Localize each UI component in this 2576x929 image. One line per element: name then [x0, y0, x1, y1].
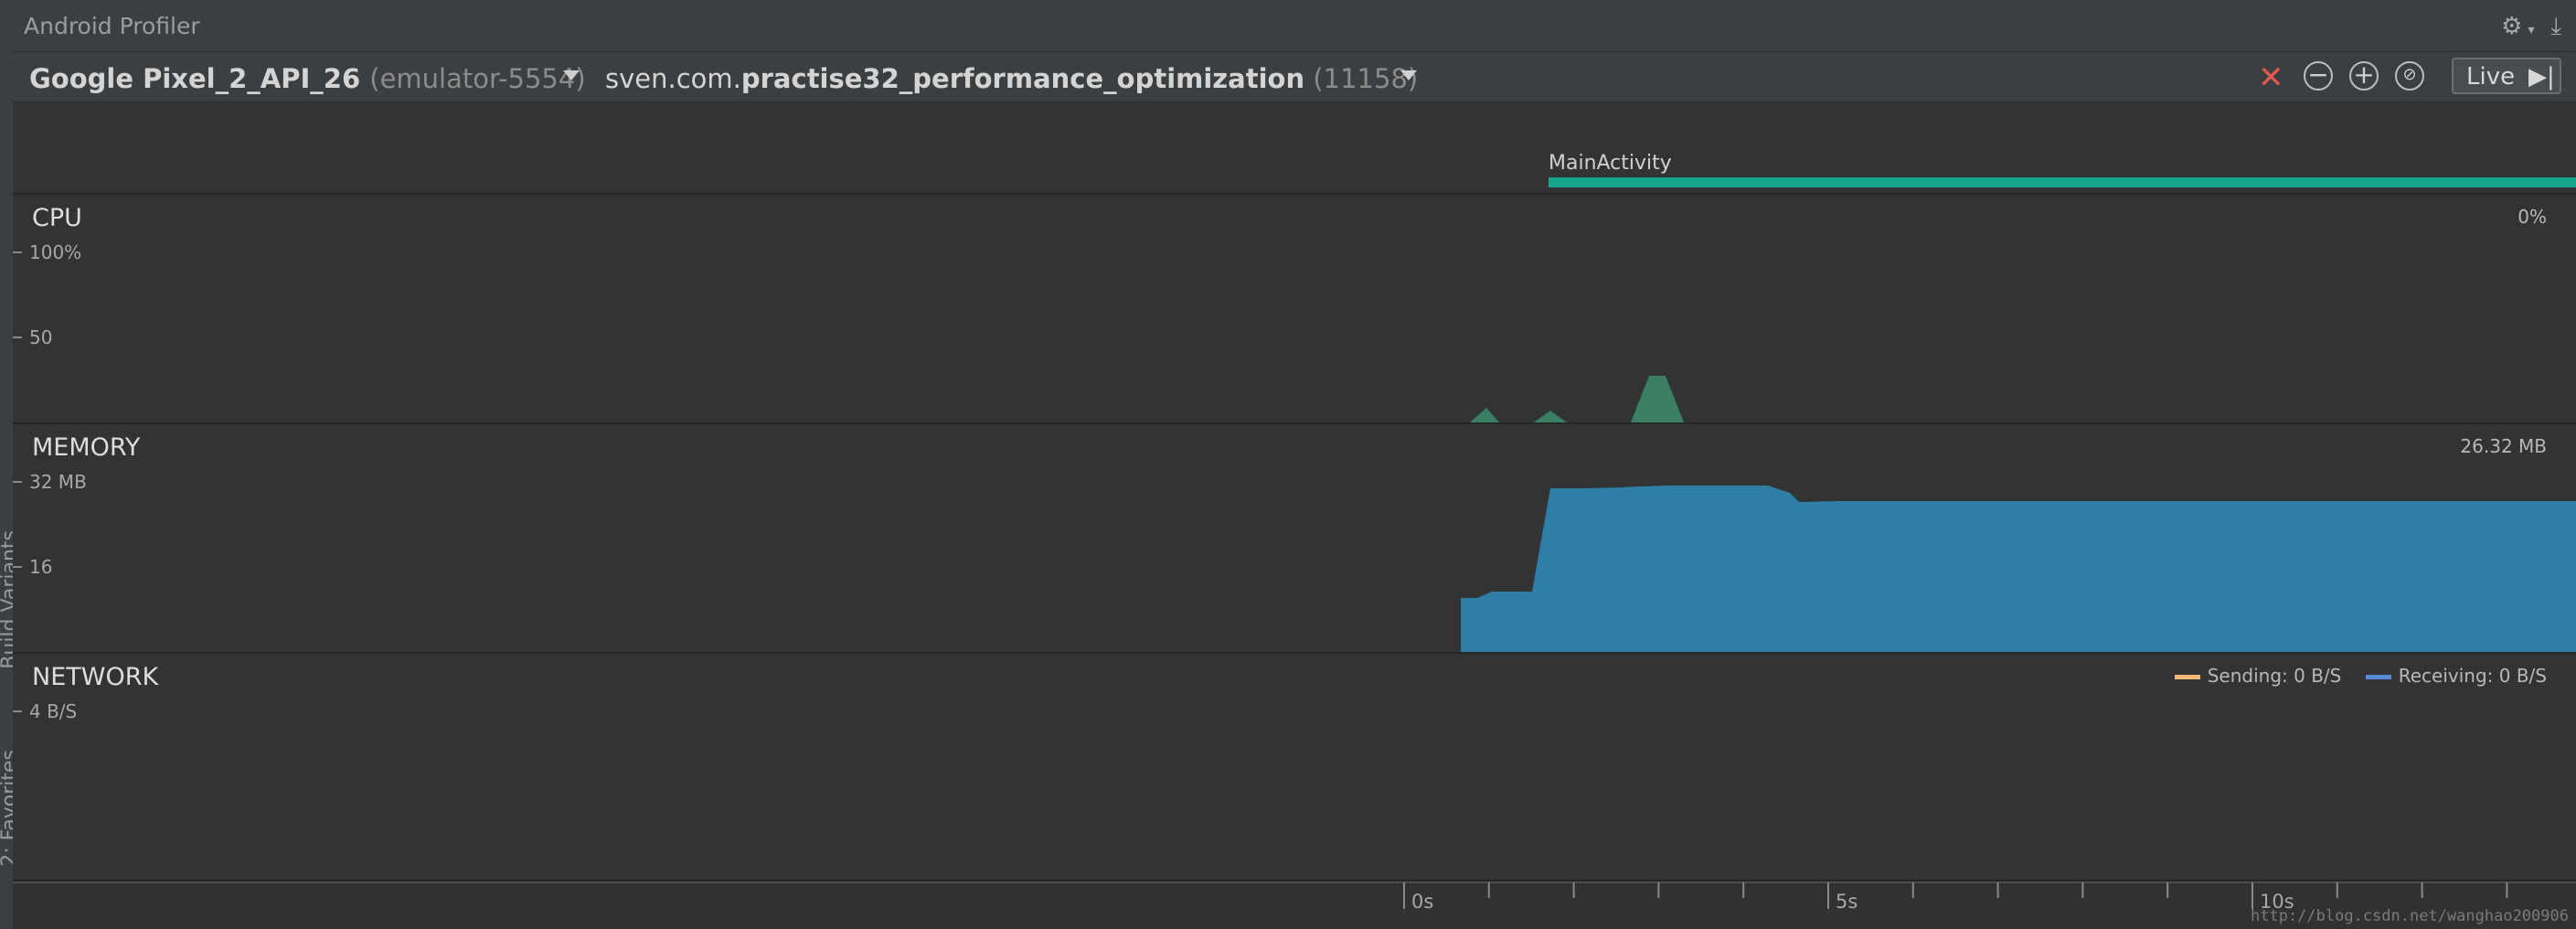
- activity-band: MainActivity: [13, 102, 2576, 195]
- process-dropdown-icon[interactable]: [1400, 70, 1417, 80]
- left-tool-gutter: Build Variants 2: Favorites: [0, 0, 21, 929]
- profiler-toolbar: Google Pixel_2_API_26 (emulator-5554) sv…: [13, 52, 2576, 102]
- zoom-in-icon[interactable]: +: [2349, 61, 2379, 91]
- device-detail: (emulator-5554): [369, 63, 586, 94]
- timeline-axis[interactable]: 0s 5s 10s http://blog.csdn.net/wanghao20…: [13, 881, 2576, 929]
- cpu-usage-graph: [1470, 376, 1684, 422]
- device-selector[interactable]: Google Pixel_2_API_26 (emulator-5554): [29, 63, 586, 94]
- activity-bar[interactable]: [1549, 177, 2576, 187]
- network-title: NETWORK: [32, 663, 159, 691]
- device-dropdown-icon[interactable]: [563, 70, 580, 80]
- live-button[interactable]: Live ▶|: [2452, 58, 2561, 94]
- profiler-title-bar: Android Profiler ⚙ ▾ ⤓: [13, 0, 2576, 52]
- go-live-icon: ▶|: [2528, 63, 2555, 91]
- network-axis-label: 4 B/S: [29, 700, 78, 722]
- process-name: practise32_performance_optimization: [740, 63, 1305, 94]
- receiving-legend-label: Receiving: 0 B/S: [2398, 665, 2547, 687]
- title-tools: ⚙ ▾ ⤓: [2501, 13, 2561, 41]
- memory-usage-graph: [1461, 486, 2576, 652]
- sending-legend-swatch: [2174, 675, 2200, 679]
- gear-icon[interactable]: ⚙: [2501, 13, 2522, 40]
- stop-session-icon[interactable]: ✕: [2258, 59, 2284, 96]
- dropdown-arrow-icon[interactable]: ▾: [2528, 23, 2534, 37]
- network-section[interactable]: NETWORK 4 B/S Sending: 0 B/S Receiving: …: [13, 654, 2576, 881]
- receiving-legend-swatch: [2365, 675, 2391, 679]
- window-title: Android Profiler: [24, 13, 200, 39]
- timeline-ticks: [13, 881, 2576, 909]
- memory-section[interactable]: MEMORY 26.32 MB 32 MB 16: [13, 424, 2576, 654]
- zoom-out-icon[interactable]: −: [2304, 61, 2333, 91]
- timeline-label: 5s: [1836, 891, 1858, 913]
- process-prefix: sven.com.: [605, 63, 741, 94]
- sending-legend-label: Sending: 0 B/S: [2207, 665, 2342, 687]
- live-label: Live: [2466, 63, 2516, 91]
- reset-zoom-icon[interactable]: ⊘: [2395, 61, 2424, 91]
- hide-panel-icon[interactable]: ⤓: [2551, 13, 2562, 40]
- cpu-section[interactable]: CPU 0% 100% 50: [13, 195, 2576, 424]
- activity-label: MainActivity: [1549, 152, 1672, 175]
- network-legend: Sending: 0 B/S Receiving: 0 B/S: [2174, 665, 2547, 687]
- process-selector[interactable]: sven.com.practise32_performance_optimiza…: [605, 63, 1418, 94]
- timeline-label: 0s: [1411, 891, 1434, 913]
- watermark: http://blog.csdn.net/wanghao200906: [2251, 907, 2569, 925]
- network-tick: [13, 710, 22, 712]
- device-name: Google Pixel_2_API_26: [29, 63, 361, 94]
